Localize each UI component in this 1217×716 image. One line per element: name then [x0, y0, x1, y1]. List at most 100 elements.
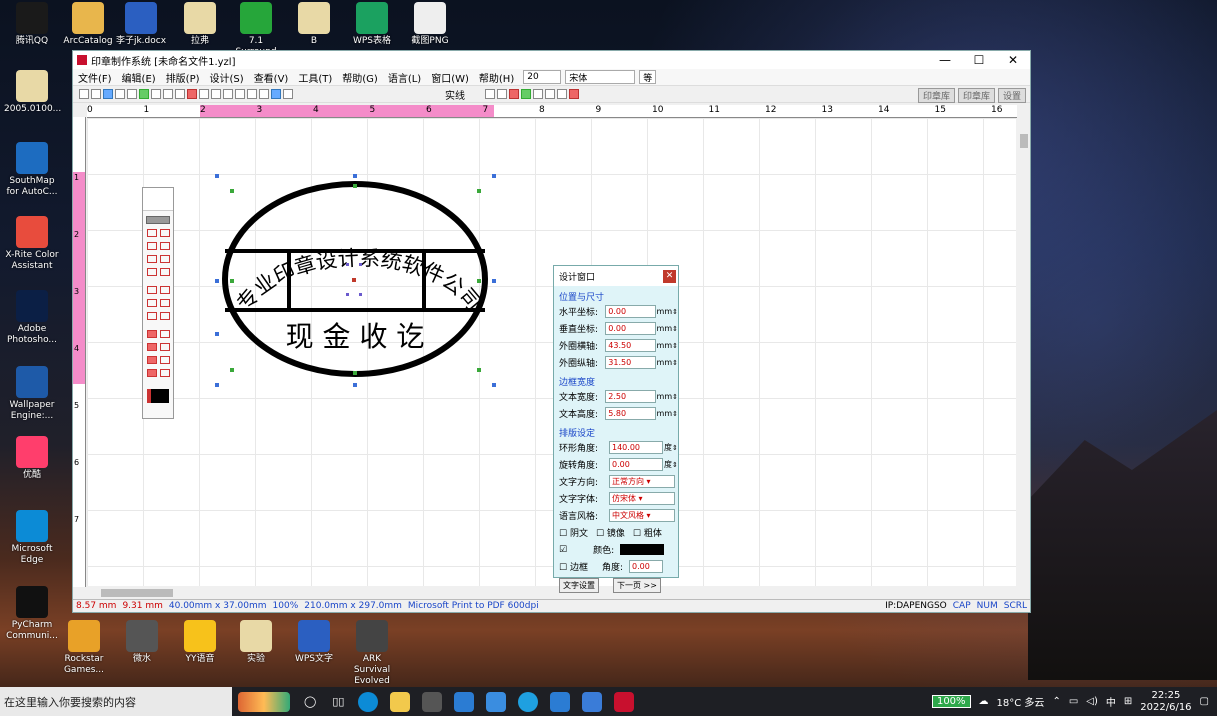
- text-field-input[interactable]: 140.00: [609, 441, 663, 454]
- tool-star2-icon[interactable]: [159, 268, 170, 276]
- tool-text2-icon[interactable]: [159, 330, 170, 338]
- tool-arc2-icon[interactable]: [159, 255, 170, 263]
- spinner-icon[interactable]: ⇕: [672, 308, 678, 316]
- tab-seal-lib-2[interactable]: 印章库: [957, 88, 995, 103]
- tool-grid-icon[interactable]: [146, 312, 157, 320]
- design-canvas[interactable]: 专业印章设计系统软件公司 现 金 收 讫: [87, 118, 1016, 586]
- image-icon[interactable]: [271, 89, 281, 99]
- cut-icon[interactable]: [151, 89, 161, 99]
- group-icon[interactable]: [235, 89, 245, 99]
- horizontal-scrollbar[interactable]: [87, 587, 1016, 599]
- desktop-icon[interactable]: 微水: [114, 620, 170, 665]
- desktop-icon[interactable]: 优酷: [4, 436, 60, 481]
- taskbar-search-input[interactable]: 在这里输入你要搜索的内容: [0, 687, 232, 716]
- desktop-icon[interactable]: YY语音: [172, 620, 228, 665]
- seal-app-icon[interactable]: [614, 691, 635, 712]
- border-field-input[interactable]: 2.50: [605, 390, 656, 403]
- task-view-icon[interactable]: ◯: [304, 695, 316, 708]
- save-icon[interactable]: [103, 89, 113, 99]
- open-icon[interactable]: [91, 89, 101, 99]
- desktop-icon[interactable]: 实验: [228, 620, 284, 665]
- desktop-icon[interactable]: 截图PNG: [402, 2, 458, 47]
- tool-star-icon[interactable]: [146, 268, 157, 276]
- edge-icon[interactable]: [358, 691, 379, 712]
- paste-icon[interactable]: [175, 89, 185, 99]
- position-field-input[interactable]: 43.50: [605, 339, 656, 352]
- ungroup-icon[interactable]: [247, 89, 257, 99]
- font-name-select[interactable]: 宋体: [565, 70, 636, 84]
- desktop-icon[interactable]: ARK Survival Evolved: [344, 620, 400, 687]
- desktop-icon[interactable]: ArcCatalog: [60, 2, 116, 47]
- color-icon[interactable]: [509, 89, 519, 99]
- tablet-icon[interactable]: [550, 691, 571, 712]
- spinner-icon[interactable]: ⇕: [672, 444, 678, 452]
- spinner-icon[interactable]: ⇕: [672, 410, 678, 418]
- tool-text-icon[interactable]: [146, 330, 157, 338]
- tool-circle-icon[interactable]: [146, 229, 157, 237]
- app-icon-2[interactable]: [582, 691, 603, 712]
- tool-grid2-icon[interactable]: [159, 312, 170, 320]
- menu-help[interactable]: 帮助(H): [474, 70, 519, 85]
- tab-settings[interactable]: 设置: [997, 88, 1026, 103]
- align-left-icon[interactable]: [199, 89, 209, 99]
- desktop-icon[interactable]: 拉弗: [172, 2, 228, 47]
- position-field-input[interactable]: 0.00: [605, 305, 656, 318]
- new-icon[interactable]: [79, 89, 89, 99]
- network-icon[interactable]: ▭: [1069, 696, 1078, 707]
- chevron-up-icon[interactable]: ⌃: [1052, 696, 1060, 707]
- app-icon-blue[interactable]: [486, 691, 507, 712]
- text-setting-button[interactable]: 文字设置: [559, 578, 599, 593]
- position-field-input[interactable]: 31.50: [605, 356, 656, 369]
- mail-icon[interactable]: [454, 691, 475, 712]
- ie-icon[interactable]: [518, 691, 539, 712]
- desktop-icon[interactable]: 2005.0100...: [4, 70, 61, 115]
- spinner-icon[interactable]: ⇕: [672, 342, 678, 350]
- preview-icon[interactable]: [127, 89, 137, 99]
- widgets-icon[interactable]: ▯▯: [332, 695, 344, 708]
- menu-layout[interactable]: 排版(P): [161, 70, 205, 85]
- tool-hline-icon[interactable]: [146, 343, 157, 351]
- maximize-button[interactable]: ☐: [962, 53, 996, 67]
- input-icon[interactable]: ⊞: [1124, 696, 1132, 707]
- font-size-select[interactable]: 20: [523, 70, 562, 84]
- panel-select[interactable]: 正常方向 ▾: [609, 475, 675, 488]
- menu-file[interactable]: 文件(F): [73, 70, 117, 85]
- delete-icon[interactable]: [187, 89, 197, 99]
- weather-text[interactable]: 18°C 多云: [997, 694, 1045, 709]
- desktop-icon[interactable]: PyCharm Communi...: [4, 586, 60, 642]
- desktop-icon[interactable]: WPS表格: [344, 2, 400, 47]
- minimize-button[interactable]: —: [928, 53, 962, 67]
- desktop-icon[interactable]: Wallpaper Engine:...: [4, 366, 60, 422]
- menu-help-g[interactable]: 帮助(G): [337, 70, 383, 85]
- battery-indicator[interactable]: 100%: [931, 695, 971, 708]
- desktop-icon[interactable]: X-Rite Color Assistant: [4, 216, 60, 272]
- volume-icon[interactable]: ◁): [1086, 696, 1098, 707]
- check-bold[interactable]: ☐ 粗体: [633, 526, 662, 539]
- border-field-input[interactable]: 5.80: [605, 407, 656, 420]
- copy-icon[interactable]: [163, 89, 173, 99]
- tool-arc-icon[interactable]: [146, 255, 157, 263]
- desktop-icon[interactable]: Microsoft Edge: [4, 510, 60, 566]
- clock[interactable]: 22:25 2022/6/16: [1140, 690, 1191, 714]
- tab-seal-lib-1[interactable]: 印章库: [917, 88, 955, 103]
- next-page-button[interactable]: 下一页 >>: [613, 578, 661, 593]
- desktop-icon[interactable]: SouthMap for AutoC...: [4, 142, 60, 198]
- weather-icon[interactable]: ☁: [979, 696, 989, 707]
- close-button[interactable]: ✕: [996, 53, 1030, 67]
- tool-vline-icon[interactable]: [159, 343, 170, 351]
- position-field-input[interactable]: 0.00: [605, 322, 656, 335]
- store-icon[interactable]: [422, 691, 443, 712]
- flip-icon[interactable]: [533, 89, 543, 99]
- fill-icon[interactable]: [485, 89, 495, 99]
- settings-icon[interactable]: [569, 89, 579, 99]
- layer-icon[interactable]: [259, 89, 269, 99]
- color-swatch[interactable]: [147, 389, 169, 403]
- text-icon[interactable]: [283, 89, 293, 99]
- desktop-icon[interactable]: Rockstar Games...: [56, 620, 112, 676]
- tool-image2-icon[interactable]: [159, 369, 170, 377]
- explorer-icon[interactable]: [390, 691, 411, 712]
- tool-table-icon[interactable]: [146, 356, 157, 364]
- tool-triangle-icon[interactable]: [146, 299, 157, 307]
- rotate-icon[interactable]: [521, 89, 531, 99]
- desktop-icon[interactable]: Adobe Photosho...: [4, 290, 60, 346]
